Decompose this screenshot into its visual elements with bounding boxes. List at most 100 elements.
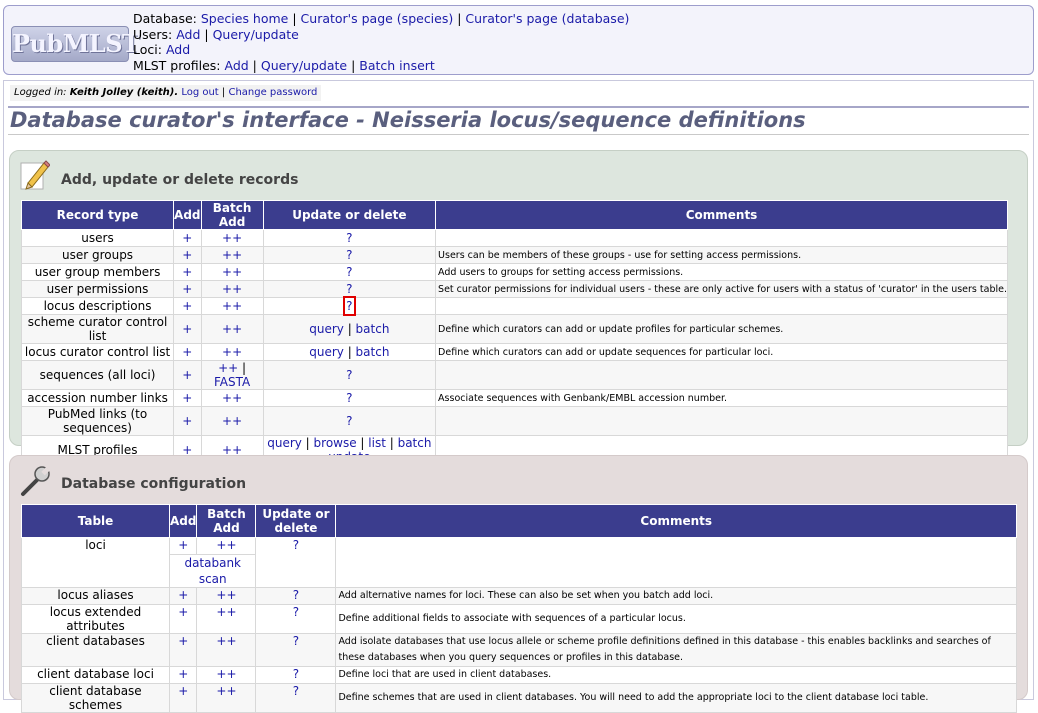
header-menu: Database: Species home | Curator's page … <box>133 11 629 73</box>
page-title: Database curator's interface - Neisseria… <box>10 108 806 132</box>
record-update-link[interactable]: ? <box>346 265 352 279</box>
record-update-link[interactable]: ? <box>346 248 352 262</box>
config-add-link[interactable]: + <box>178 588 188 602</box>
config-row: locus aliases + ++? Add alternative names f… <box>21 587 1017 605</box>
config-body: loci + ++ ? databank scan locus aliases +… <box>21 537 1017 713</box>
record-batch-link[interactable]: FASTA <box>214 375 250 389</box>
records-row: PubMed links (to sequences) + ++? <box>20 406 1008 436</box>
record-add-link[interactable]: + <box>182 231 192 245</box>
record-query-link[interactable]: query <box>309 345 344 359</box>
species-home-link[interactable]: Species home <box>201 11 289 26</box>
record-update-link[interactable]: ? <box>346 282 352 296</box>
record-add-link[interactable]: + <box>182 282 192 296</box>
config-col-add: Add <box>168 504 198 538</box>
records-row: users + ++? <box>20 229 1008 247</box>
users-query-link[interactable]: Query/update <box>213 27 299 42</box>
records-row: scheme curator control list + ++ query | ba… <box>20 314 1008 344</box>
col-record-type: Record type <box>20 200 175 230</box>
config-col-update-delete: Update or delete <box>255 504 337 538</box>
config-row: client database schemes + ++? Define scheme… <box>21 683 1017 713</box>
config-batch-add-link[interactable]: ++ <box>216 538 236 552</box>
logout-link[interactable]: Log out <box>181 87 218 98</box>
record-query-link[interactable]: query <box>267 436 302 450</box>
record-add-link[interactable]: + <box>182 391 192 405</box>
record-batch-link[interactable]: batch <box>356 322 390 336</box>
config-batch-add-link[interactable]: ++ <box>216 605 236 619</box>
record-batch-add-link[interactable]: ++ <box>222 414 242 428</box>
record-batch-add-link[interactable]: ++ <box>222 265 242 279</box>
config-batch-add-link[interactable]: ++ <box>216 667 236 681</box>
config-update-link[interactable]: ? <box>293 538 299 552</box>
record-browse-link[interactable]: browse <box>314 436 357 450</box>
records-row: user group members + ++? Add users to group… <box>20 263 1008 281</box>
record-type: scheme curator control list <box>20 314 175 344</box>
config-add-link[interactable]: + <box>178 667 188 681</box>
record-comment <box>435 229 1008 247</box>
config-batch-add-link[interactable]: ++ <box>216 634 236 648</box>
record-add-link[interactable]: + <box>182 265 192 279</box>
record-update-link[interactable]: ? <box>342 296 356 316</box>
record-batch-add-link[interactable]: ++ <box>222 345 242 359</box>
record-update-link[interactable]: ? <box>346 368 352 382</box>
config-row: client databases + ++? Add isolate database… <box>21 633 1017 667</box>
config-update-link[interactable]: ? <box>293 667 299 681</box>
record-batch-link[interactable]: ++ <box>218 361 238 375</box>
record-add-link[interactable]: + <box>182 414 192 428</box>
config-comment: Define schemes that are used in client d… <box>335 683 1017 713</box>
record-update-link[interactable]: ? <box>346 414 352 428</box>
curators-page-species-link[interactable]: Curator's page (species) <box>301 11 454 26</box>
record-list-link[interactable]: list <box>368 436 386 450</box>
config-heading: Database configuration <box>61 476 247 492</box>
config-row-loci: loci + ++ ? <box>21 537 1017 588</box>
record-type: user permissions <box>20 280 175 298</box>
mlst-batch-insert-link[interactable]: Batch insert <box>359 58 435 73</box>
record-batch-add-link[interactable]: ++ <box>222 391 242 405</box>
config-batch-add-link[interactable]: ++ <box>216 684 236 698</box>
menu-loci: Loci: Add <box>133 42 191 58</box>
config-batch-add-link[interactable]: ++ <box>216 588 236 602</box>
config-update-link[interactable]: ? <box>293 588 299 602</box>
record-update-link[interactable]: ? <box>346 391 352 405</box>
mlst-add-link[interactable]: Add <box>224 58 248 73</box>
record-batch-add-link[interactable]: ++ <box>222 299 242 313</box>
record-query-link[interactable]: query <box>309 322 344 336</box>
config-add-link[interactable]: + <box>178 634 188 648</box>
record-add-link[interactable]: + <box>182 345 192 359</box>
config-add-link[interactable]: + <box>178 684 188 698</box>
databank-scan-link[interactable]: databank scan <box>184 556 241 586</box>
records-row: locus descriptions + ++? <box>20 296 1008 316</box>
record-add-link[interactable]: + <box>182 368 192 382</box>
records-row: accession number links + ++? Associate sequ… <box>20 389 1008 407</box>
record-batch-link[interactable]: batch <box>356 345 390 359</box>
record-type: sequences (all loci) <box>20 360 175 390</box>
config-update-link[interactable]: ? <box>293 684 299 698</box>
record-type: accession number links <box>20 389 175 407</box>
record-comment <box>435 406 1008 436</box>
config-update-link[interactable]: ? <box>293 605 299 619</box>
record-type: user group members <box>20 263 175 281</box>
col-add: Add <box>173 200 202 230</box>
record-add-link[interactable]: + <box>182 322 192 336</box>
config-update-link[interactable]: ? <box>293 634 299 648</box>
record-comment <box>435 297 1008 315</box>
config-add-link[interactable]: + <box>178 605 188 619</box>
record-comment: Set curator permissions for individual u… <box>435 280 1008 298</box>
record-add-link[interactable]: + <box>182 299 192 313</box>
record-batch-add-link[interactable]: ++ <box>222 322 242 336</box>
config-add-link[interactable]: + <box>178 538 188 552</box>
change-password-link[interactable]: Change password <box>228 87 317 98</box>
config-table-name: loci <box>21 537 170 588</box>
users-add-link[interactable]: Add <box>176 27 200 42</box>
loci-add-link[interactable]: Add <box>166 42 190 57</box>
curators-page-database-link[interactable]: Curator's page (database) <box>465 11 629 26</box>
record-batch-add-link[interactable]: ++ <box>222 231 242 245</box>
pubmlst-logo[interactable]: PubMLST <box>11 26 140 62</box>
record-batch-add-link[interactable]: ++ <box>222 282 242 296</box>
record-batch-add-link[interactable]: ++ <box>222 248 242 262</box>
records-row: sequences (all loci) + ++ | FASTA? <box>20 360 1008 390</box>
config-col-comments: Comments <box>335 504 1017 538</box>
record-comment: Add users to groups for setting access p… <box>435 263 1008 281</box>
record-add-link[interactable]: + <box>182 248 192 262</box>
record-update-link[interactable]: ? <box>346 231 352 245</box>
mlst-query-link[interactable]: Query/update <box>261 58 347 73</box>
